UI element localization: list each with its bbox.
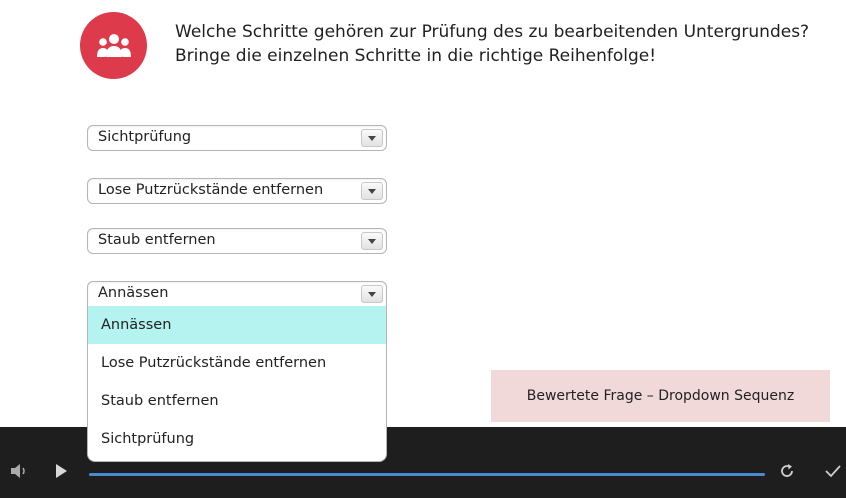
group-icon <box>96 33 131 57</box>
chevron-down-icon <box>368 291 376 297</box>
progress-fill <box>89 473 765 476</box>
replay-icon[interactable] <box>778 462 796 480</box>
group-avatar <box>80 12 147 79</box>
question-line-2: Bringe die einzelnen Schritte in die ric… <box>175 46 657 66</box>
chevron-down-icon <box>368 135 376 141</box>
volume-icon[interactable] <box>9 463 29 479</box>
dropdown-option[interactable]: Sichtprüfung <box>88 420 386 458</box>
dropdown-option[interactable]: Staub entfernen <box>88 382 386 420</box>
select-value: Sichtprüfung <box>98 129 192 145</box>
chevron-down-icon <box>368 188 376 194</box>
select-value: Lose Putzrückstände entfernen <box>98 182 324 198</box>
sequence-select-2[interactable]: Lose Putzrückstände entfernen <box>87 178 387 204</box>
select-value: Staub entfernen <box>98 232 216 248</box>
progress-bar[interactable] <box>89 473 765 476</box>
question-text: Welche Schritte gehören zur Prüfung des … <box>175 20 809 68</box>
sequence-select-4[interactable]: Annässen <box>87 281 387 307</box>
play-icon[interactable] <box>54 463 68 479</box>
dropdown-toggle-button[interactable] <box>361 182 383 200</box>
sequence-select-3[interactable]: Staub entfernen <box>87 228 387 254</box>
dropdown-option[interactable]: Annässen <box>88 306 386 344</box>
sequence-select-1[interactable]: Sichtprüfung <box>87 125 387 151</box>
dropdown-list: Annässen Lose Putzrückstände entfernen S… <box>87 306 387 462</box>
question-line-1: Welche Schritte gehören zur Prüfung des … <box>175 22 810 42</box>
chevron-down-icon <box>368 238 376 244</box>
question-type-badge: Bewertete Frage – Dropdown Sequenz <box>491 370 830 422</box>
check-icon[interactable] <box>824 463 842 479</box>
dropdown-option[interactable]: Lose Putzrückstände entfernen <box>88 344 386 382</box>
dropdown-toggle-button[interactable] <box>361 232 383 250</box>
dropdown-toggle-button[interactable] <box>361 285 383 303</box>
select-value: Annässen <box>98 285 169 301</box>
dropdown-toggle-button[interactable] <box>361 129 383 147</box>
